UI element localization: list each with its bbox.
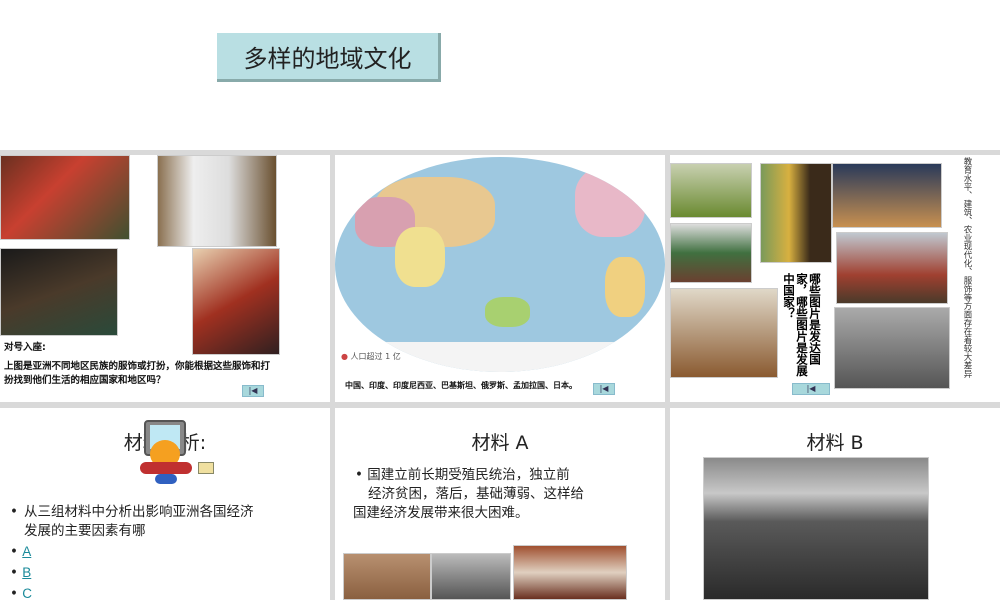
photo-bread-market — [832, 163, 942, 228]
slide-title[interactable]: 多样的地域文化 — [0, 0, 1000, 150]
photo-kimono — [192, 248, 280, 355]
question-text: 哪些图片是发达国家，哪些图片是发展中国家？ — [782, 273, 822, 377]
photo-cracked-earth — [343, 553, 431, 600]
text-line-2: 经济贫困，落后，基础薄弱、这样给 — [368, 486, 584, 502]
slide-developed-countries[interactable]: 哪些图片是发达国家，哪些图片是发展中国家？ 教育水平、建筑、农业现代化、服饰等方… — [670, 155, 1000, 402]
photo-gandhi — [513, 545, 627, 600]
photo-old-classroom — [834, 307, 950, 389]
photo-antlers — [0, 248, 118, 336]
back-button[interactable]: |◀ — [242, 385, 264, 397]
photo-crowded-train — [431, 553, 511, 600]
photo-dancers — [0, 155, 130, 240]
slide-material-analysis[interactable]: 材料分析: •从三组材料中分析出影响亚洲各国经济发展的主要因素有哪 • A • … — [0, 408, 330, 600]
photo-farm — [670, 163, 752, 218]
text-line-3: 国建经济发展带来很大困难。 — [353, 505, 529, 521]
slide-costumes[interactable]: 对号入座: 上图是亚洲不同地区民族的服饰或打扮，你能根据这些服饰和打扮找到他们生… — [0, 155, 330, 402]
link-a-item[interactable]: • A — [10, 542, 31, 562]
link-c-item[interactable]: • C — [10, 584, 32, 600]
slide-heading: 对号入座: — [4, 342, 46, 353]
back-button[interactable]: |◀ — [593, 383, 615, 395]
side-text: 教育水平、建筑、农业现代化、服饰等方面存在着较大差异 — [962, 157, 972, 378]
slide-title-text: 材料 B — [806, 432, 864, 454]
slide-material-b[interactable]: 材料 B — [670, 408, 1000, 600]
world-map — [335, 157, 665, 372]
link-b-item[interactable]: • B — [10, 563, 31, 583]
text-line-1: • 国建立前长期受殖民统治，独立前 — [355, 467, 570, 483]
video-landscape[interactable] — [703, 457, 929, 600]
photo-tree-tapping — [760, 163, 832, 263]
slide-material-a[interactable]: 材料 A • 国建立前长期受殖民统治，独立前 经济贫困，落后，基础薄弱、这样给 … — [335, 408, 665, 600]
photo-computer-room — [670, 288, 778, 378]
slide-title-text: 材料 A — [471, 432, 529, 454]
map-legend: ● 人口超过 1 亿 — [341, 352, 401, 361]
photo-classroom — [836, 232, 948, 304]
computer-user-icon — [140, 420, 215, 492]
back-button[interactable]: |◀ — [792, 383, 830, 395]
slide-world-map[interactable]: ● 人口超过 1 亿 中国、印度、印度尼西亚、巴基斯坦、俄罗斯、孟加拉国、日本。… — [335, 155, 665, 402]
countries-text: 中国、印度、印度尼西亚、巴基斯坦、俄罗斯、孟加拉国、日本。 — [345, 381, 577, 390]
slide-text: 上图是亚洲不同地区民族的服饰或打扮，你能根据这些服饰和打扮找到他们生活的相应国家… — [4, 361, 271, 386]
photo-arab-men — [157, 155, 277, 247]
photo-greenhouse — [670, 223, 752, 283]
slide-title-text: 多样的地域文化 — [217, 33, 441, 82]
bullet-item: • 从三组材料中分析出影响亚洲各国经济发展的主要因素有哪 — [10, 504, 254, 539]
